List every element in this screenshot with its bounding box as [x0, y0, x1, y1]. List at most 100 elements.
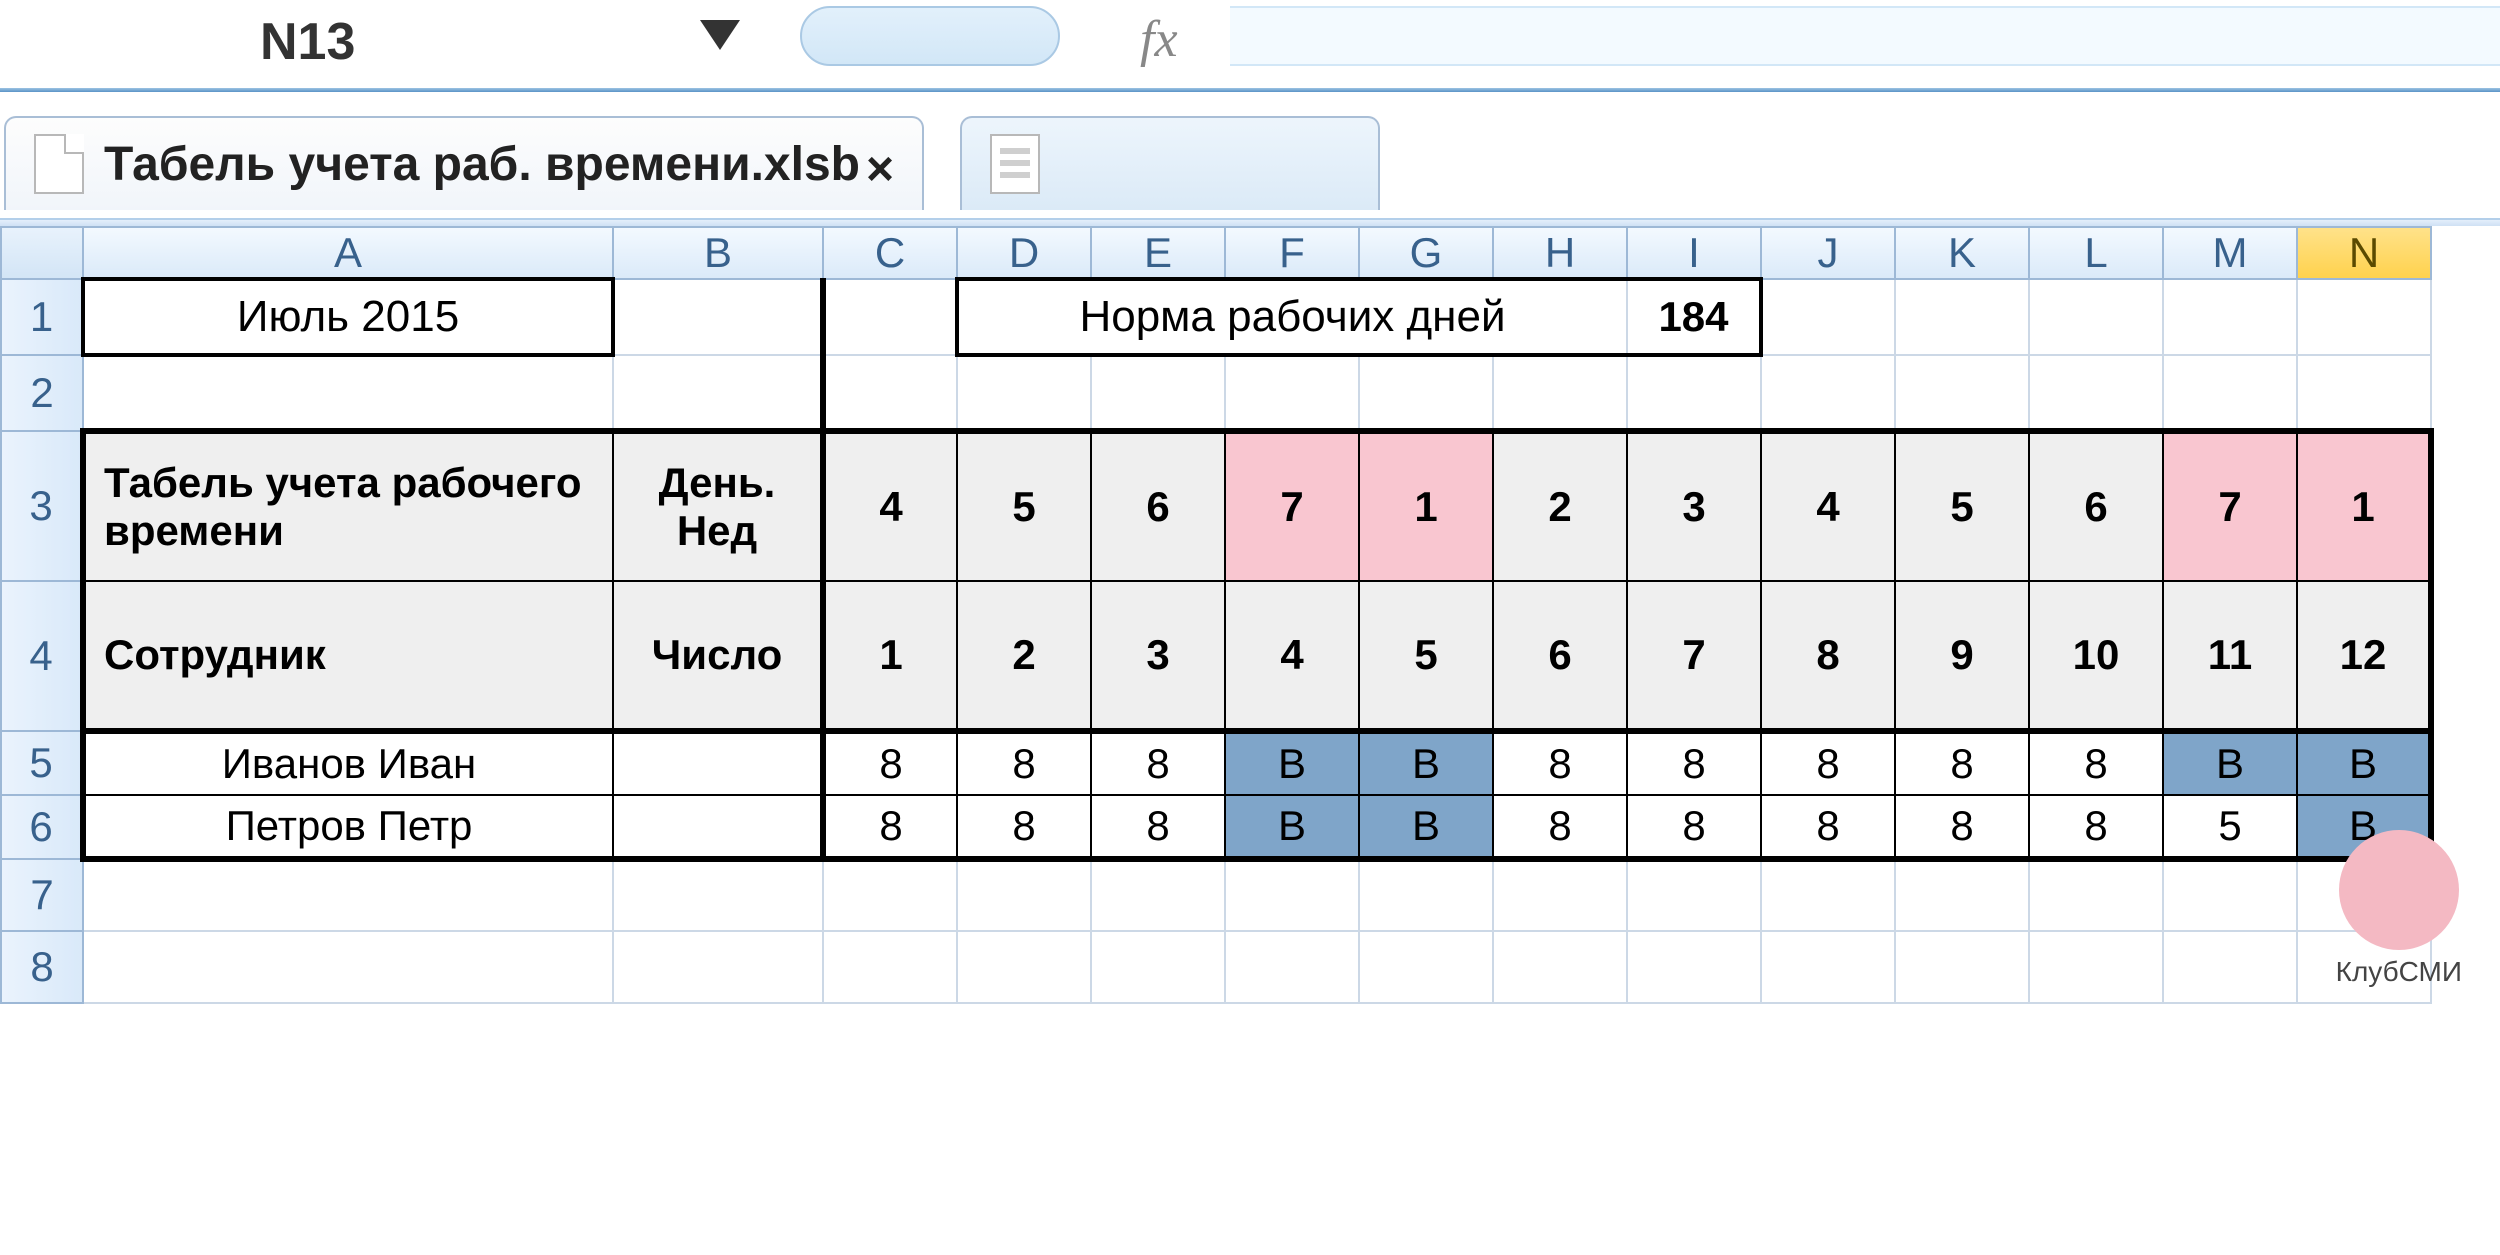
column-header[interactable]: H: [1493, 227, 1627, 279]
cell[interactable]: [823, 279, 957, 355]
cell-hours[interactable]: 8: [1091, 731, 1225, 795]
cell-table-title[interactable]: Табель учета рабочего времени: [83, 431, 613, 581]
cell-date[interactable]: 1: [823, 581, 957, 731]
column-header[interactable]: M: [2163, 227, 2297, 279]
cell-dow[interactable]: 4: [1761, 431, 1895, 581]
cell-date[interactable]: 5: [1359, 581, 1493, 731]
cell[interactable]: [1761, 279, 1895, 355]
row-header[interactable]: 8: [1, 931, 83, 1003]
cell[interactable]: [1091, 355, 1225, 431]
cell[interactable]: [1895, 931, 2029, 1003]
cell[interactable]: [1627, 931, 1761, 1003]
cell[interactable]: [1493, 355, 1627, 431]
cell-date[interactable]: 6: [1493, 581, 1627, 731]
cell[interactable]: [957, 859, 1091, 931]
cell-hours[interactable]: 8: [1493, 731, 1627, 795]
row-header[interactable]: 7: [1, 859, 83, 931]
cell-hours[interactable]: 8: [957, 795, 1091, 859]
select-all-corner[interactable]: [1, 227, 83, 279]
cell-dow[interactable]: 1: [1359, 431, 1493, 581]
cell[interactable]: [1225, 931, 1359, 1003]
name-box-dropdown-icon[interactable]: [700, 20, 740, 50]
column-header[interactable]: B: [613, 227, 823, 279]
cell[interactable]: [1761, 931, 1895, 1003]
cell-employee-header[interactable]: Сотрудник: [83, 581, 613, 731]
row-header[interactable]: 2: [1, 355, 83, 431]
cell-dow[interactable]: 6: [1091, 431, 1225, 581]
cell[interactable]: [823, 355, 957, 431]
cell-date[interactable]: 2: [957, 581, 1091, 731]
cell-date-header[interactable]: Число: [613, 581, 823, 731]
cell[interactable]: [1627, 859, 1761, 931]
row-header[interactable]: 6: [1, 795, 83, 859]
cell[interactable]: [1359, 355, 1493, 431]
cell[interactable]: [1225, 859, 1359, 931]
column-header[interactable]: F: [1225, 227, 1359, 279]
cell[interactable]: [1091, 859, 1225, 931]
column-header[interactable]: E: [1091, 227, 1225, 279]
cell[interactable]: [957, 931, 1091, 1003]
cell-hours[interactable]: 5: [2163, 795, 2297, 859]
cell-dow[interactable]: 7: [1225, 431, 1359, 581]
cell[interactable]: [83, 355, 613, 431]
cell[interactable]: [1359, 931, 1493, 1003]
cell[interactable]: [1895, 279, 2029, 355]
cell[interactable]: [1493, 859, 1627, 931]
cell[interactable]: [1761, 859, 1895, 931]
cell[interactable]: [957, 355, 1091, 431]
cell-dow[interactable]: 3: [1627, 431, 1761, 581]
cell[interactable]: [613, 279, 823, 355]
cell-hours[interactable]: В: [1359, 795, 1493, 859]
spreadsheet-grid[interactable]: A B C D E F G H I J K L M N 1 Июль 2015 …: [0, 226, 2500, 1004]
cell-hours[interactable]: 8: [823, 731, 957, 795]
cell-dow[interactable]: 6: [2029, 431, 2163, 581]
close-icon[interactable]: ×: [866, 142, 894, 197]
cell[interactable]: [1761, 355, 1895, 431]
cell-employee-name[interactable]: Петров Петр: [83, 795, 613, 859]
cell-dow[interactable]: 7: [2163, 431, 2297, 581]
cell-hours[interactable]: 8: [1895, 731, 2029, 795]
cell[interactable]: [823, 931, 957, 1003]
cell[interactable]: [613, 355, 823, 431]
cell[interactable]: [613, 859, 823, 931]
cell-hours[interactable]: В: [1225, 795, 1359, 859]
cell-hours[interactable]: В: [1359, 731, 1493, 795]
fx-icon[interactable]: fx: [1140, 10, 1178, 69]
cell-hours[interactable]: 8: [2029, 795, 2163, 859]
cell-dow[interactable]: 5: [1895, 431, 2029, 581]
cell-hours[interactable]: В: [1225, 731, 1359, 795]
cell-employee-name[interactable]: Иванов Иван: [83, 731, 613, 795]
column-header[interactable]: L: [2029, 227, 2163, 279]
cell-hours[interactable]: 8: [823, 795, 957, 859]
cell-date[interactable]: 9: [1895, 581, 2029, 731]
row-header[interactable]: 3: [1, 431, 83, 581]
cell[interactable]: [83, 859, 613, 931]
cell[interactable]: [2029, 279, 2163, 355]
cell-hours[interactable]: 8: [1761, 795, 1895, 859]
cell[interactable]: [83, 931, 613, 1003]
cell-hours[interactable]: В: [2163, 731, 2297, 795]
cell-dow[interactable]: 2: [1493, 431, 1627, 581]
cell-date[interactable]: 7: [1627, 581, 1761, 731]
cell[interactable]: [1627, 355, 1761, 431]
cell[interactable]: [1895, 355, 2029, 431]
cell[interactable]: [2029, 859, 2163, 931]
column-header[interactable]: C: [823, 227, 957, 279]
cell-dow[interactable]: 5: [957, 431, 1091, 581]
column-header[interactable]: J: [1761, 227, 1895, 279]
cell[interactable]: [1359, 859, 1493, 931]
formula-input[interactable]: [1230, 6, 2500, 66]
cell[interactable]: [2163, 859, 2297, 931]
cell-dow[interactable]: 1: [2297, 431, 2431, 581]
cell[interactable]: [2163, 931, 2297, 1003]
cell-date[interactable]: 11: [2163, 581, 2297, 731]
cell-date[interactable]: 10: [2029, 581, 2163, 731]
cell-date[interactable]: 3: [1091, 581, 1225, 731]
cell[interactable]: [613, 931, 823, 1003]
cell-norm-value[interactable]: 184: [1627, 279, 1761, 355]
column-header[interactable]: D: [957, 227, 1091, 279]
cell-date[interactable]: 4: [1225, 581, 1359, 731]
row-header[interactable]: 4: [1, 581, 83, 731]
column-header[interactable]: I: [1627, 227, 1761, 279]
cell[interactable]: [2029, 931, 2163, 1003]
